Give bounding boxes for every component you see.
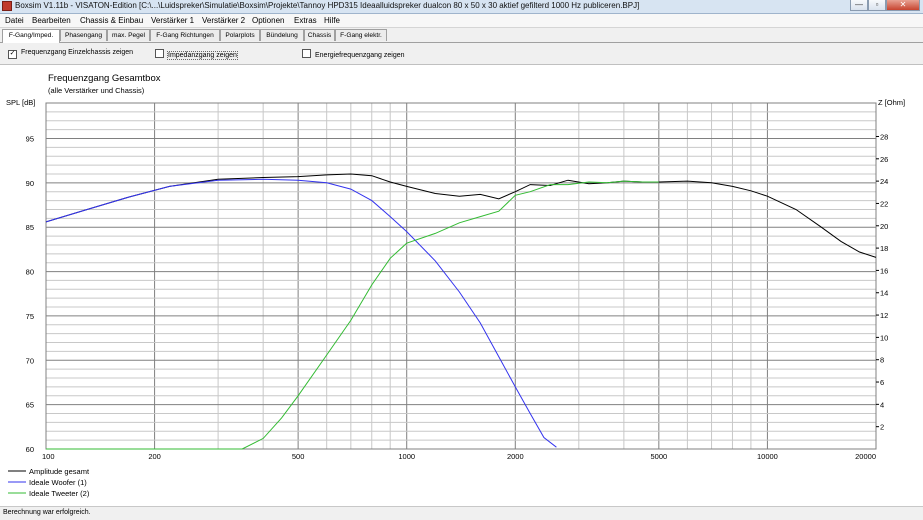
y-axis-label: SPL [dB]	[6, 98, 35, 107]
menu-hilfe[interactable]: Hilfe	[324, 16, 340, 25]
option-single-chassis[interactable]: ✓ Frequenzgang Einzelchassis zeigen	[8, 49, 133, 59]
tab-polarplots[interactable]: Polarplots	[220, 29, 260, 41]
status-text: Berechnung war erfolgreich.	[3, 509, 91, 516]
y-tick-label: 65	[26, 401, 34, 410]
y-tick-label: 95	[26, 134, 34, 143]
x-tick-label: 100	[42, 452, 55, 461]
plot-frame	[45, 102, 877, 450]
maximize-button[interactable]: ▫	[868, 0, 886, 11]
tab-max-pegel[interactable]: max. Pegel	[107, 29, 150, 41]
y2-tick-label: 26	[880, 155, 888, 164]
single-chassis-checkbox[interactable]: ✓	[8, 50, 17, 59]
legend-label-3: Ideale Tweeter (2)	[29, 489, 90, 498]
menu-bearbeiten[interactable]: Bearbeiten	[32, 16, 71, 25]
menu-bar: Datei Bearbeiten Chassis & Einbau Verstä…	[0, 14, 923, 28]
app-icon	[2, 1, 12, 11]
y2-tick-label: 24	[880, 177, 888, 186]
tab-fgang-elektr[interactable]: F-Gang elektr.	[335, 29, 387, 41]
y2-tick-label: 28	[880, 132, 888, 141]
x-tick-label: 20000	[855, 452, 876, 461]
y2-tick-label: 6	[880, 378, 884, 387]
window-title: Boxsim V1.11b - VISATON-Edition [C:\...\…	[15, 1, 640, 10]
x-tick-label: 1000	[398, 452, 415, 461]
legend-label-1: Amplitude gesamt	[29, 467, 90, 476]
frequency-response-chart: Frequenzgang Gesamtbox (alle Verstärker …	[6, 73, 905, 498]
y-tick-label: 85	[26, 223, 34, 232]
series-line-3	[46, 180, 659, 450]
y2-tick-label: 10	[880, 333, 888, 342]
menu-extras[interactable]: Extras	[294, 16, 317, 25]
impedance-label: Impedanzgang zeigen	[167, 51, 238, 60]
y-tick-label: 90	[26, 179, 34, 188]
impedance-checkbox[interactable]	[155, 49, 164, 58]
x-tick-label: 2000	[507, 452, 524, 461]
y2-tick-label: 4	[880, 400, 884, 409]
chart-legend: Amplitude gesamt Ideale Woofer (1) Ideale …	[8, 467, 90, 498]
tab-buendelung[interactable]: Bündelung	[260, 29, 304, 41]
energy-label: Energiefrequenzgang zeigen	[315, 52, 405, 59]
menu-chassis-einbau[interactable]: Chassis & Einbau	[80, 16, 143, 25]
series-line-2	[45, 178, 557, 448]
tab-phasengang[interactable]: Phasengang	[60, 29, 107, 41]
y-tick-label: 70	[26, 356, 34, 365]
tab-bar: F-Gang/Imped. Phasengang max. Pegel F-Ga…	[0, 28, 923, 43]
y2-tick-label: 14	[880, 289, 888, 298]
chart-subtitle: (alle Verstärker und Chassis)	[48, 86, 145, 95]
menu-verstaerker-2[interactable]: Verstärker 2	[202, 16, 245, 25]
y2-tick-label: 18	[880, 244, 888, 253]
tab-fgang-richtungen[interactable]: F-Gang Richtungen	[150, 29, 220, 41]
y2-tick-label: 16	[880, 266, 888, 275]
menu-datei[interactable]: Datei	[5, 16, 24, 25]
minimize-button[interactable]: —	[850, 0, 868, 11]
y-tick-label: 80	[26, 268, 34, 277]
tab-chassis[interactable]: Chassis	[304, 29, 335, 41]
y2-tick-label: 22	[880, 199, 888, 208]
y2-axis-label: Z [Ohm]	[878, 98, 905, 107]
y2-tick-label: 20	[880, 222, 888, 231]
energy-checkbox[interactable]	[302, 49, 311, 58]
close-button[interactable]: ✕	[886, 0, 920, 11]
series-lines	[45, 173, 877, 450]
x-tick-label: 5000	[650, 452, 667, 461]
y2-tick-label: 12	[880, 311, 888, 320]
status-bar: Berechnung war erfolgreich.	[0, 506, 923, 520]
option-energy[interactable]: Energiefrequenzgang zeigen	[302, 49, 405, 59]
y2-tick-label: 2	[880, 423, 884, 432]
option-impedance[interactable]: Impedanzgang zeigen	[155, 49, 238, 60]
title-bar: Boxsim V1.11b - VISATON-Edition [C:\...\…	[0, 0, 923, 14]
plot-panel: Frequenzgang Gesamtbox (alle Verstärker …	[0, 64, 923, 506]
legend-label-2: Ideale Woofer (1)	[29, 478, 87, 487]
y-tick-label: 75	[26, 312, 34, 321]
chart-title: Frequenzgang Gesamtbox	[48, 73, 161, 84]
x-tick-label: 200	[148, 452, 161, 461]
tab-fgang-imped[interactable]: F-Gang/Imped.	[2, 29, 60, 43]
options-bar: ✓ Frequenzgang Einzelchassis zeigen Imped…	[0, 43, 923, 63]
single-chassis-label: Frequenzgang Einzelchassis zeigen	[21, 49, 134, 56]
y-tick-label: 60	[26, 445, 34, 454]
y2-tick-label: 8	[880, 356, 884, 365]
x-tick-label: 10000	[757, 452, 778, 461]
menu-verstaerker-1[interactable]: Verstärker 1	[151, 16, 194, 25]
menu-optionen[interactable]: Optionen	[252, 16, 284, 25]
chart-grid	[45, 102, 877, 450]
x-tick-label: 500	[292, 452, 305, 461]
